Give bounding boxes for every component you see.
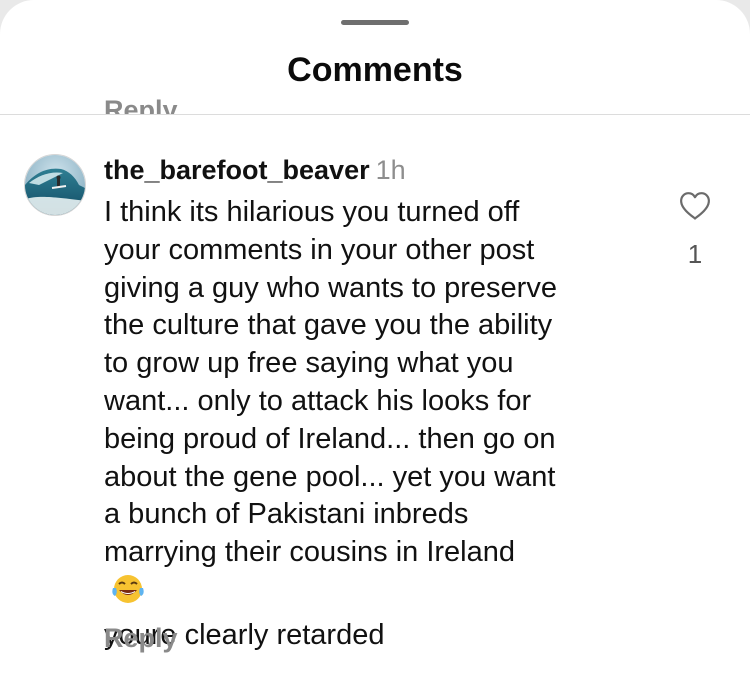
comment-line: being proud of Ireland... then go on [104, 422, 556, 455]
comment-line: giving a guy who wants to preserve [104, 271, 557, 304]
comment-header: the_barefoot_beaver 1h [104, 153, 406, 187]
surfer-wave-avatar-image [25, 155, 85, 215]
previous-reply-label: Reply [104, 95, 178, 114]
comment-line: youre clearly retarded [104, 618, 385, 651]
comment-line: to grow up free saying what you [104, 347, 514, 380]
comments-sheet: Comments Reply the_barefoot_beaver 1h I … [0, 0, 750, 676]
comment-line: I think its hilarious you turned off [104, 196, 520, 228]
drag-handle[interactable] [341, 20, 409, 25]
heart-outline-icon[interactable] [679, 191, 711, 221]
comment-line: the culture that gave you the ability [104, 309, 553, 342]
previous-reply-button[interactable]: Reply [104, 80, 178, 114]
reply-button[interactable]: Reply [104, 621, 178, 655]
timestamp: 1h [375, 155, 406, 185]
comment-line: marrying their cousins in Ireland [104, 536, 516, 569]
comment-line: your comments in your other post [104, 233, 535, 266]
username[interactable]: the_barefoot_beaver [104, 155, 370, 185]
like-count: 1 [687, 239, 703, 269]
comment-line: a bunch of Pakistani inbreds [104, 498, 469, 531]
header-divider [0, 114, 750, 115]
avatar[interactable] [24, 154, 86, 216]
laughing-tears-emoji-icon [110, 572, 664, 617]
comment-line: about the gene pool... yet you want [104, 460, 556, 493]
comment-line-with-emoji: marrying their cousins in Ireland [104, 534, 664, 617]
comment-body: I think its hilarious you turned off you… [104, 194, 664, 655]
comment-line: want... only to attack his looks for [104, 384, 532, 417]
